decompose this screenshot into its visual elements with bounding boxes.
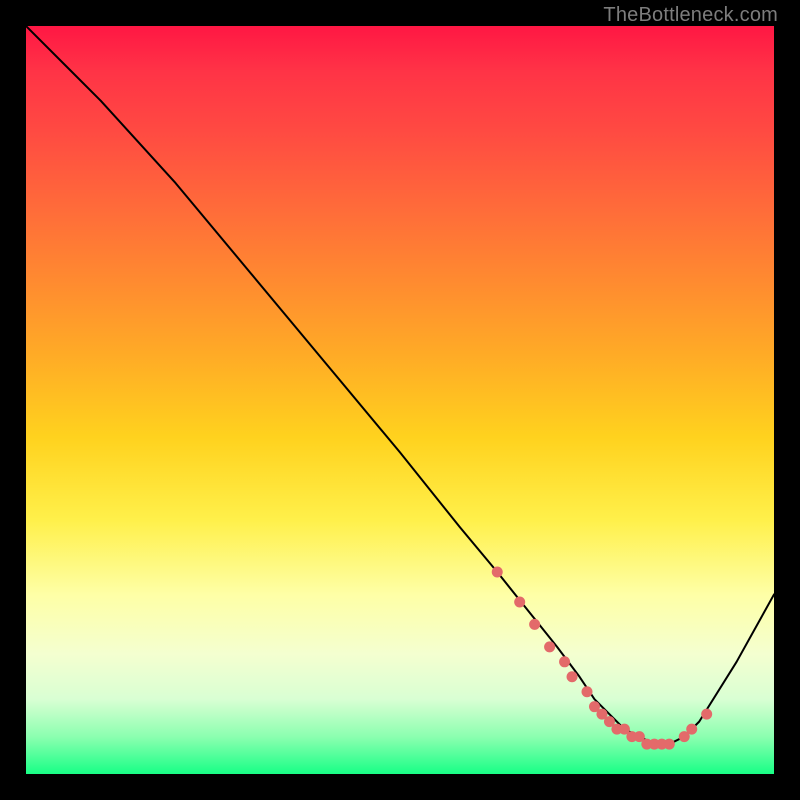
gradient-plot-area (26, 26, 774, 774)
watermark-text: TheBottleneck.com (603, 4, 778, 27)
chart-frame: TheBottleneck.com (0, 0, 800, 800)
